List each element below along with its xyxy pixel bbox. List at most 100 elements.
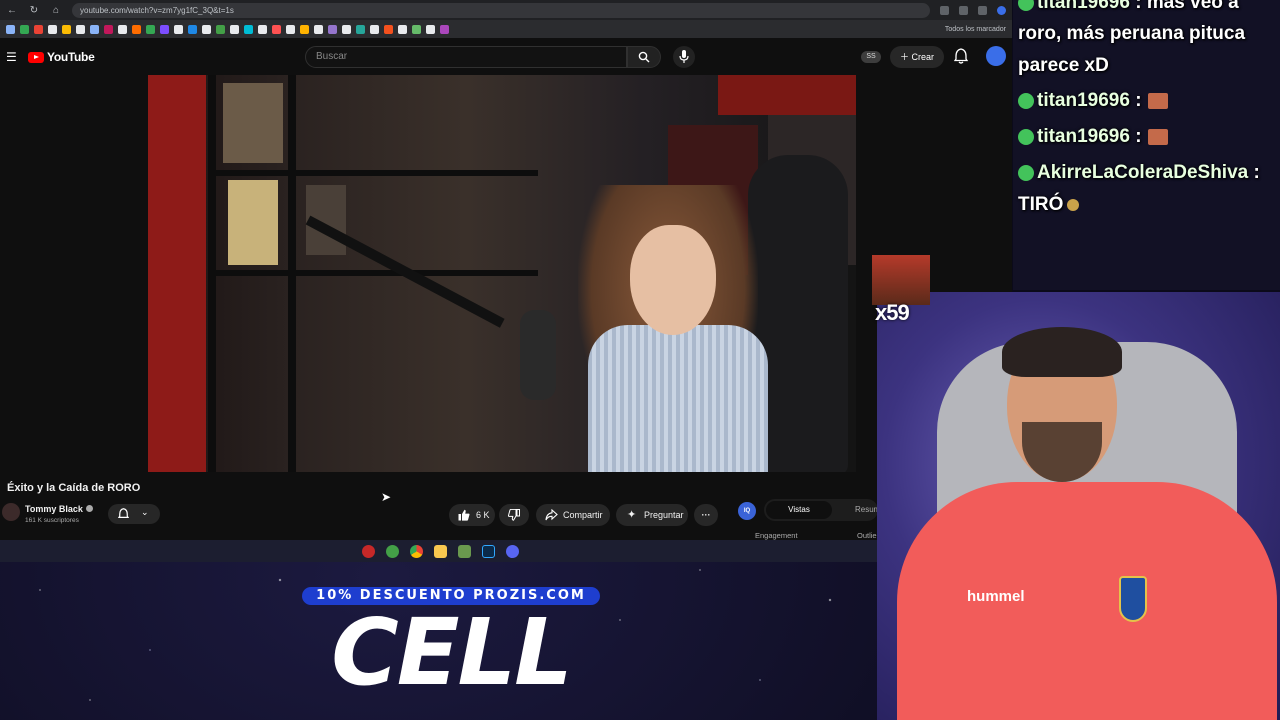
chat-message: roro, más peruana pituca: [1018, 23, 1245, 45]
chat-text: : más veo a: [1135, 0, 1239, 13]
extension-badge[interactable]: SS: [861, 51, 881, 63]
bookmark-icon[interactable]: [342, 24, 351, 34]
share-arrow-icon: [545, 509, 558, 521]
app-icon-xbox[interactable]: [385, 544, 399, 558]
chevron-down-icon: ⌄: [141, 507, 149, 517]
channel-avatar[interactable]: [2, 503, 20, 521]
bookmark-icon[interactable]: [426, 24, 435, 34]
bookmark-icon[interactable]: [132, 24, 141, 34]
poster-decor: [223, 83, 283, 163]
streamer-shirt: [897, 482, 1277, 720]
chat-badge-icon: [1018, 92, 1034, 109]
app-icon-discord[interactable]: [505, 544, 519, 558]
youtube-logo[interactable]: YouTube: [28, 50, 95, 64]
subscriber-count: 161 K suscriptores: [25, 517, 79, 524]
profile-icon[interactable]: [997, 5, 1006, 15]
chat-text: roro, más peruana pituca: [1018, 23, 1246, 44]
folder-icon[interactable]: [433, 544, 447, 558]
create-label: Crear: [911, 52, 935, 62]
bookmark-icon[interactable]: [370, 24, 379, 34]
stream-scene: ← ↻ ⌂ youtube.com/watch?v=zm7yg1fC_3Q&t=…: [0, 0, 1280, 720]
bookmark-icon[interactable]: [174, 24, 183, 34]
tab-vistas[interactable]: Vistas: [766, 501, 832, 519]
photoshop-icon[interactable]: [481, 544, 495, 558]
chrome-icon[interactable]: [409, 544, 423, 558]
search-button[interactable]: [627, 46, 661, 68]
bookmark-icon[interactable]: [300, 24, 309, 34]
bookmark-icon[interactable]: [188, 24, 197, 34]
ask-button[interactable]: ✦ Preguntar: [616, 504, 688, 526]
bookmark-icon[interactable]: [230, 24, 239, 34]
chat-text: TIRÓ: [1018, 194, 1064, 215]
bookmark-icon[interactable]: [244, 24, 253, 34]
chat-badge-icon: [1018, 164, 1034, 181]
hamburger-menu-icon[interactable]: ☰: [6, 50, 20, 64]
bookmark-icon[interactable]: [384, 24, 393, 34]
chat-username: titan19696: [1037, 126, 1130, 147]
bookmark-icon[interactable]: [286, 24, 295, 34]
subscription-bell-button[interactable]: ⌄: [108, 504, 160, 524]
bookmark-icon[interactable]: [48, 24, 57, 34]
reload-icon[interactable]: ↻: [28, 5, 40, 16]
bookmark-icon[interactable]: [62, 24, 71, 34]
bookmark-icon[interactable]: [398, 24, 407, 34]
iq-extension-icon[interactable]: IQ: [738, 502, 756, 520]
poster-decor: [718, 75, 856, 115]
bookmark-icon[interactable]: [272, 24, 281, 34]
bookmark-icon[interactable]: [314, 24, 323, 34]
bookmark-icon[interactable]: [104, 24, 113, 34]
bookmark-icon[interactable]: [440, 24, 449, 34]
zoom-icon[interactable]: [940, 5, 949, 15]
person-face: [630, 225, 716, 335]
bookmark-icon[interactable]: [76, 24, 85, 34]
home-icon[interactable]: ⌂: [50, 5, 62, 16]
shelf-decor: [208, 170, 538, 176]
all-bookmarks-folder[interactable]: Todos los marcador: [945, 26, 1006, 33]
app-icon-minecraft[interactable]: [457, 544, 471, 558]
chat-text: parece xD: [1018, 55, 1109, 76]
address-bar[interactable]: youtube.com/watch?v=zm7yg1fC_3Q&t=1s: [72, 2, 930, 18]
video-player[interactable]: [148, 75, 856, 472]
dislike-button[interactable]: [499, 504, 529, 526]
chat-message: titan19696 :: [1018, 90, 1168, 112]
bookmark-icon[interactable]: [6, 24, 15, 34]
bookmark-icon[interactable]: [216, 24, 225, 34]
bookmark-icon[interactable]: [356, 24, 365, 34]
bookmark-star-icon[interactable]: [959, 5, 968, 15]
chat-message: AkirreLaColeraDeShiva :: [1018, 162, 1260, 184]
youtube-header: ☰ YouTube Buscar SS ＋ Crear: [0, 38, 1012, 76]
notifications-button[interactable]: [952, 48, 970, 66]
bookmark-icon[interactable]: [90, 24, 99, 34]
channel-name[interactable]: Tommy Black: [25, 504, 83, 514]
more-actions-button[interactable]: ···: [694, 504, 718, 526]
bookmark-icon[interactable]: [328, 24, 337, 34]
extensions-icon[interactable]: [978, 5, 987, 15]
bookmark-icon[interactable]: [160, 24, 169, 34]
club-crest-icon: [1119, 576, 1147, 622]
panel-tabs: Vistas Resum: [764, 499, 880, 521]
bookmark-icon[interactable]: [202, 24, 211, 34]
meme-counter: x59: [875, 300, 910, 325]
user-avatar[interactable]: [986, 46, 1006, 66]
bookmark-icon[interactable]: [412, 24, 421, 34]
bookmark-icon[interactable]: [146, 24, 155, 34]
bookmark-icon[interactable]: [118, 24, 127, 34]
bookmark-icon[interactable]: [34, 24, 43, 34]
chat-username: titan19696: [1037, 0, 1130, 13]
poster-decor: [148, 75, 206, 472]
emote-icon: [1067, 198, 1080, 211]
app-icon-record[interactable]: [361, 544, 375, 558]
back-icon[interactable]: ←: [6, 5, 18, 16]
voice-search-button[interactable]: [673, 46, 695, 68]
analytics-panel: IQ Vistas Resum Engagement Outlie: [728, 495, 880, 545]
stream-chat: titan19696 : más veo a roro, más peruana…: [1013, 0, 1280, 290]
create-button[interactable]: ＋ Crear: [890, 46, 944, 68]
share-button[interactable]: Compartir: [536, 504, 610, 526]
search-input[interactable]: Buscar: [305, 46, 627, 68]
bookmark-icon[interactable]: [258, 24, 267, 34]
chat-message: titan19696 : más veo a: [1018, 0, 1239, 14]
like-button[interactable]: 6 K: [449, 504, 495, 526]
engagement-label: Engagement: [755, 531, 798, 540]
chat-username: AkirreLaColeraDeShiva: [1037, 162, 1249, 183]
bookmark-icon[interactable]: [20, 24, 29, 34]
